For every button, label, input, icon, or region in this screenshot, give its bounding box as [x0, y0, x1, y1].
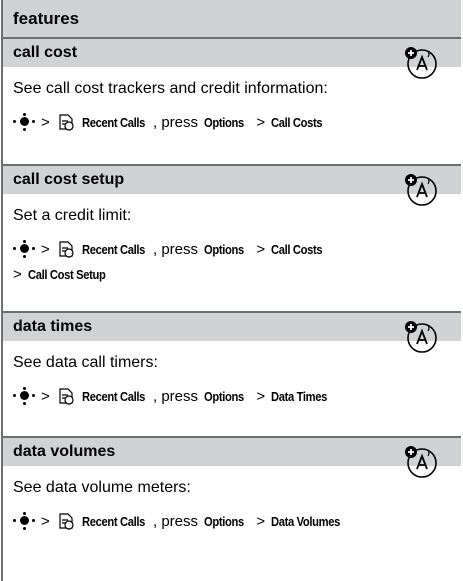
section-title: call cost setup — [13, 171, 125, 188]
path-press-text: , press — [153, 387, 199, 405]
recent-calls-icon — [59, 114, 74, 131]
section-call-cost: call cost See call cost trackers and cre… — [3, 39, 461, 164]
section-description: Set a credit limit: — [13, 207, 132, 224]
header-title: features — [13, 8, 80, 28]
options-label: Options — [204, 513, 244, 529]
navigation-key-icon — [13, 113, 35, 131]
recent-calls-icon — [59, 241, 74, 258]
options-label: Options — [204, 241, 244, 257]
network-dependent-feature-icon — [405, 174, 437, 206]
navigation-key-icon — [13, 240, 35, 258]
path-separator: > — [41, 240, 50, 258]
menu-subitem-label: Call Cost Setup — [27, 267, 106, 282]
recent-calls-label: Recent Calls — [81, 114, 145, 130]
section-title-bar: call cost — [3, 39, 461, 67]
path-separator: > — [13, 266, 22, 283]
network-dependent-feature-icon — [405, 321, 437, 353]
path-separator: > — [256, 512, 266, 530]
section-description: See call cost trackers and credit inform… — [13, 80, 328, 97]
section-title: call cost — [13, 44, 78, 61]
menu-path: > Recent Calls , press Options > Data Ti… — [13, 383, 461, 413]
recent-calls-icon — [59, 513, 74, 530]
navigation-key-icon — [13, 512, 35, 530]
path-press-text: , press — [153, 240, 199, 258]
options-label: Options — [204, 114, 244, 130]
path-separator: > — [41, 113, 50, 131]
menu-item-label: Call Costs — [271, 241, 323, 257]
feature-table: features call cost See call cost tracker… — [1, 0, 461, 581]
section-description: See data volume meters: — [13, 479, 191, 496]
section-title-bar: call cost setup — [3, 166, 461, 194]
section-title: data volumes — [13, 443, 116, 460]
path-separator: > — [41, 512, 50, 530]
section-data-volumes: data volumes See data volume meters: > R… — [3, 436, 461, 575]
path-separator: > — [256, 387, 266, 405]
path-separator: > — [256, 240, 266, 258]
network-dependent-feature-icon — [405, 47, 437, 79]
path-press-text: , press — [153, 113, 199, 131]
section-data-times: data times See data call timers: > Recen… — [3, 311, 461, 436]
menu-path: > Recent Calls , press Options > Call Co… — [13, 109, 461, 139]
path-press-text: , press — [153, 512, 199, 530]
menu-item-label: Call Costs — [271, 114, 323, 130]
recent-calls-icon — [59, 388, 74, 405]
path-separator: > — [41, 387, 50, 405]
section-title-bar: data volumes — [3, 438, 461, 466]
menu-path: > Recent Calls , press Options > Call Co… — [13, 236, 461, 266]
section-call-cost-setup: call cost setup Set a credit limit: > Re… — [3, 164, 461, 311]
recent-calls-label: Recent Calls — [81, 513, 145, 529]
network-dependent-feature-icon — [405, 446, 437, 478]
recent-calls-label: Recent Calls — [81, 388, 145, 404]
options-label: Options — [204, 388, 244, 404]
section-description: See data call timers: — [13, 354, 158, 371]
menu-item-label: Data Times — [271, 388, 328, 404]
recent-calls-label: Recent Calls — [81, 241, 145, 257]
section-title: data times — [13, 318, 93, 335]
section-title-bar: data times — [3, 313, 461, 341]
table-header: features — [3, 0, 461, 39]
menu-item-label: Data Volumes — [271, 513, 341, 529]
navigation-key-icon — [13, 387, 35, 405]
menu-path: > Recent Calls , press Options > Data Vo… — [13, 508, 461, 538]
path-separator: > — [256, 113, 266, 131]
menu-path-continued: > Call Cost Setup — [13, 266, 461, 291]
